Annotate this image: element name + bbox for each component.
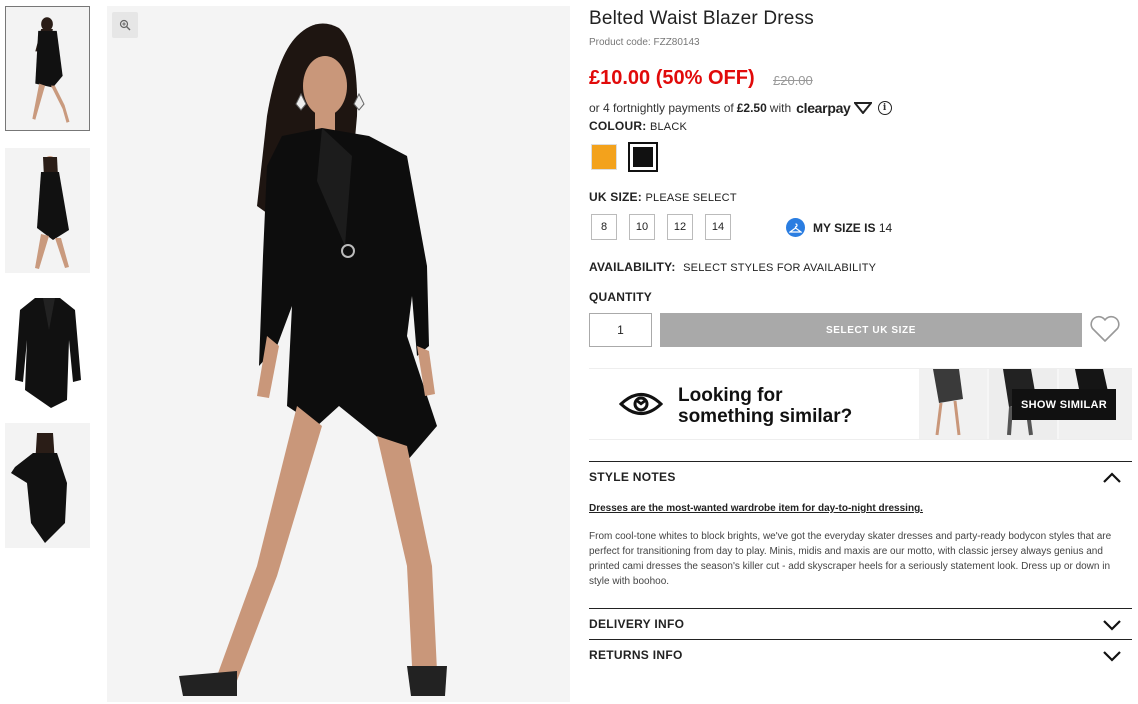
eye-icon bbox=[619, 393, 663, 415]
clearpay-message: or 4 fortnightly payments of £2.50 with … bbox=[589, 100, 892, 116]
zoom-icon bbox=[119, 19, 131, 31]
main-product-image[interactable] bbox=[107, 6, 570, 702]
size-option-12[interactable]: 12 bbox=[667, 214, 693, 240]
my-size-value: 14 bbox=[878, 220, 893, 235]
sale-price: £10.00 (50% OFF) bbox=[589, 67, 755, 89]
clearpay-prefix: or 4 fortnightly payments of bbox=[589, 101, 734, 115]
size-label: UK SIZE: bbox=[589, 190, 642, 204]
style-notes-heading[interactable]: STYLE NOTES bbox=[589, 470, 676, 484]
clearpay-arrows-icon bbox=[853, 102, 872, 114]
clearpay-info-icon[interactable]: i bbox=[877, 101, 892, 115]
delivery-info-section[interactable]: DELIVERY INFO bbox=[589, 608, 1132, 639]
hanger-icon bbox=[786, 218, 805, 237]
quantity-input[interactable] bbox=[589, 313, 652, 347]
find-similar-banner: Looking for something similar? SHOW SIMI… bbox=[589, 368, 1132, 440]
availability-label: AVAILABILITY: bbox=[589, 260, 676, 274]
product-photo bbox=[107, 6, 570, 702]
size-selector-label: UK SIZE: PLEASE SELECT bbox=[589, 190, 737, 204]
size-option-10[interactable]: 10 bbox=[629, 214, 655, 240]
my-size-label: MY SIZE IS bbox=[813, 220, 876, 235]
availability-value: SELECT STYLES FOR AVAILABILITY bbox=[683, 262, 877, 274]
thumbnail-pose-image bbox=[5, 423, 90, 548]
clearpay-amount: £2.50 bbox=[736, 101, 767, 115]
my-size-indicator[interactable]: MY SIZE IS 14 bbox=[786, 218, 892, 237]
find-similar-line-1: Looking for bbox=[678, 385, 783, 406]
thumbnail-front[interactable] bbox=[5, 6, 90, 131]
clearpay-with: with bbox=[769, 101, 792, 115]
colour-value: BLACK bbox=[649, 121, 688, 133]
thumbnail-side-image bbox=[5, 148, 90, 273]
thumbnail-pose[interactable] bbox=[5, 423, 90, 548]
colour-label: COLOUR: bbox=[589, 119, 647, 133]
heart-icon[interactable] bbox=[1089, 315, 1121, 343]
thumbnail-flat-image bbox=[5, 290, 90, 415]
availability-row: AVAILABILITY: SELECT STYLES FOR AVAILABI… bbox=[589, 260, 876, 274]
style-notes-body: From cool-tone whites to block brights, … bbox=[589, 531, 1112, 587]
chevron-down-icon[interactable] bbox=[1102, 650, 1122, 662]
returns-info-section[interactable]: RETURNS INFO bbox=[589, 639, 1132, 670]
original-price: £20.00 bbox=[773, 73, 813, 88]
find-similar-heading: Looking for something similar? bbox=[678, 385, 878, 427]
size-option-14[interactable]: 14 bbox=[705, 214, 731, 240]
style-notes-lead[interactable]: Dresses are the most-wanted wardrobe ite… bbox=[589, 503, 923, 514]
chevron-down-icon[interactable] bbox=[1102, 619, 1122, 631]
clearpay-logo: clearpay bbox=[796, 100, 851, 116]
product-title: Belted Waist Blazer Dress bbox=[589, 8, 814, 29]
quantity-label: QUANTITY bbox=[589, 290, 652, 304]
returns-info-heading[interactable]: RETURNS INFO bbox=[589, 648, 683, 662]
thumbnail-flat[interactable] bbox=[5, 290, 90, 415]
chevron-up-icon[interactable] bbox=[1102, 472, 1122, 484]
colour-selector-label: COLOUR: BLACK bbox=[589, 119, 687, 133]
thumbnail-side[interactable] bbox=[5, 148, 90, 273]
colour-swatch-mustard[interactable] bbox=[591, 144, 617, 170]
zoom-button[interactable] bbox=[112, 12, 138, 38]
find-similar-line-2: something similar? bbox=[678, 406, 853, 427]
product-details: Belted Waist Blazer Dress Product code: … bbox=[589, 0, 1132, 704]
size-value: PLEASE SELECT bbox=[645, 192, 737, 204]
delivery-info-heading[interactable]: DELIVERY INFO bbox=[589, 617, 684, 631]
colour-swatch-black[interactable] bbox=[628, 142, 658, 172]
product-code: Product code: FZZ80143 bbox=[589, 37, 700, 48]
show-similar-button[interactable]: SHOW SIMILAR bbox=[1012, 389, 1116, 420]
thumbnail-front-image bbox=[6, 7, 89, 130]
size-option-8[interactable]: 8 bbox=[591, 214, 617, 240]
add-to-bag-button[interactable]: SELECT UK SIZE bbox=[660, 313, 1082, 347]
